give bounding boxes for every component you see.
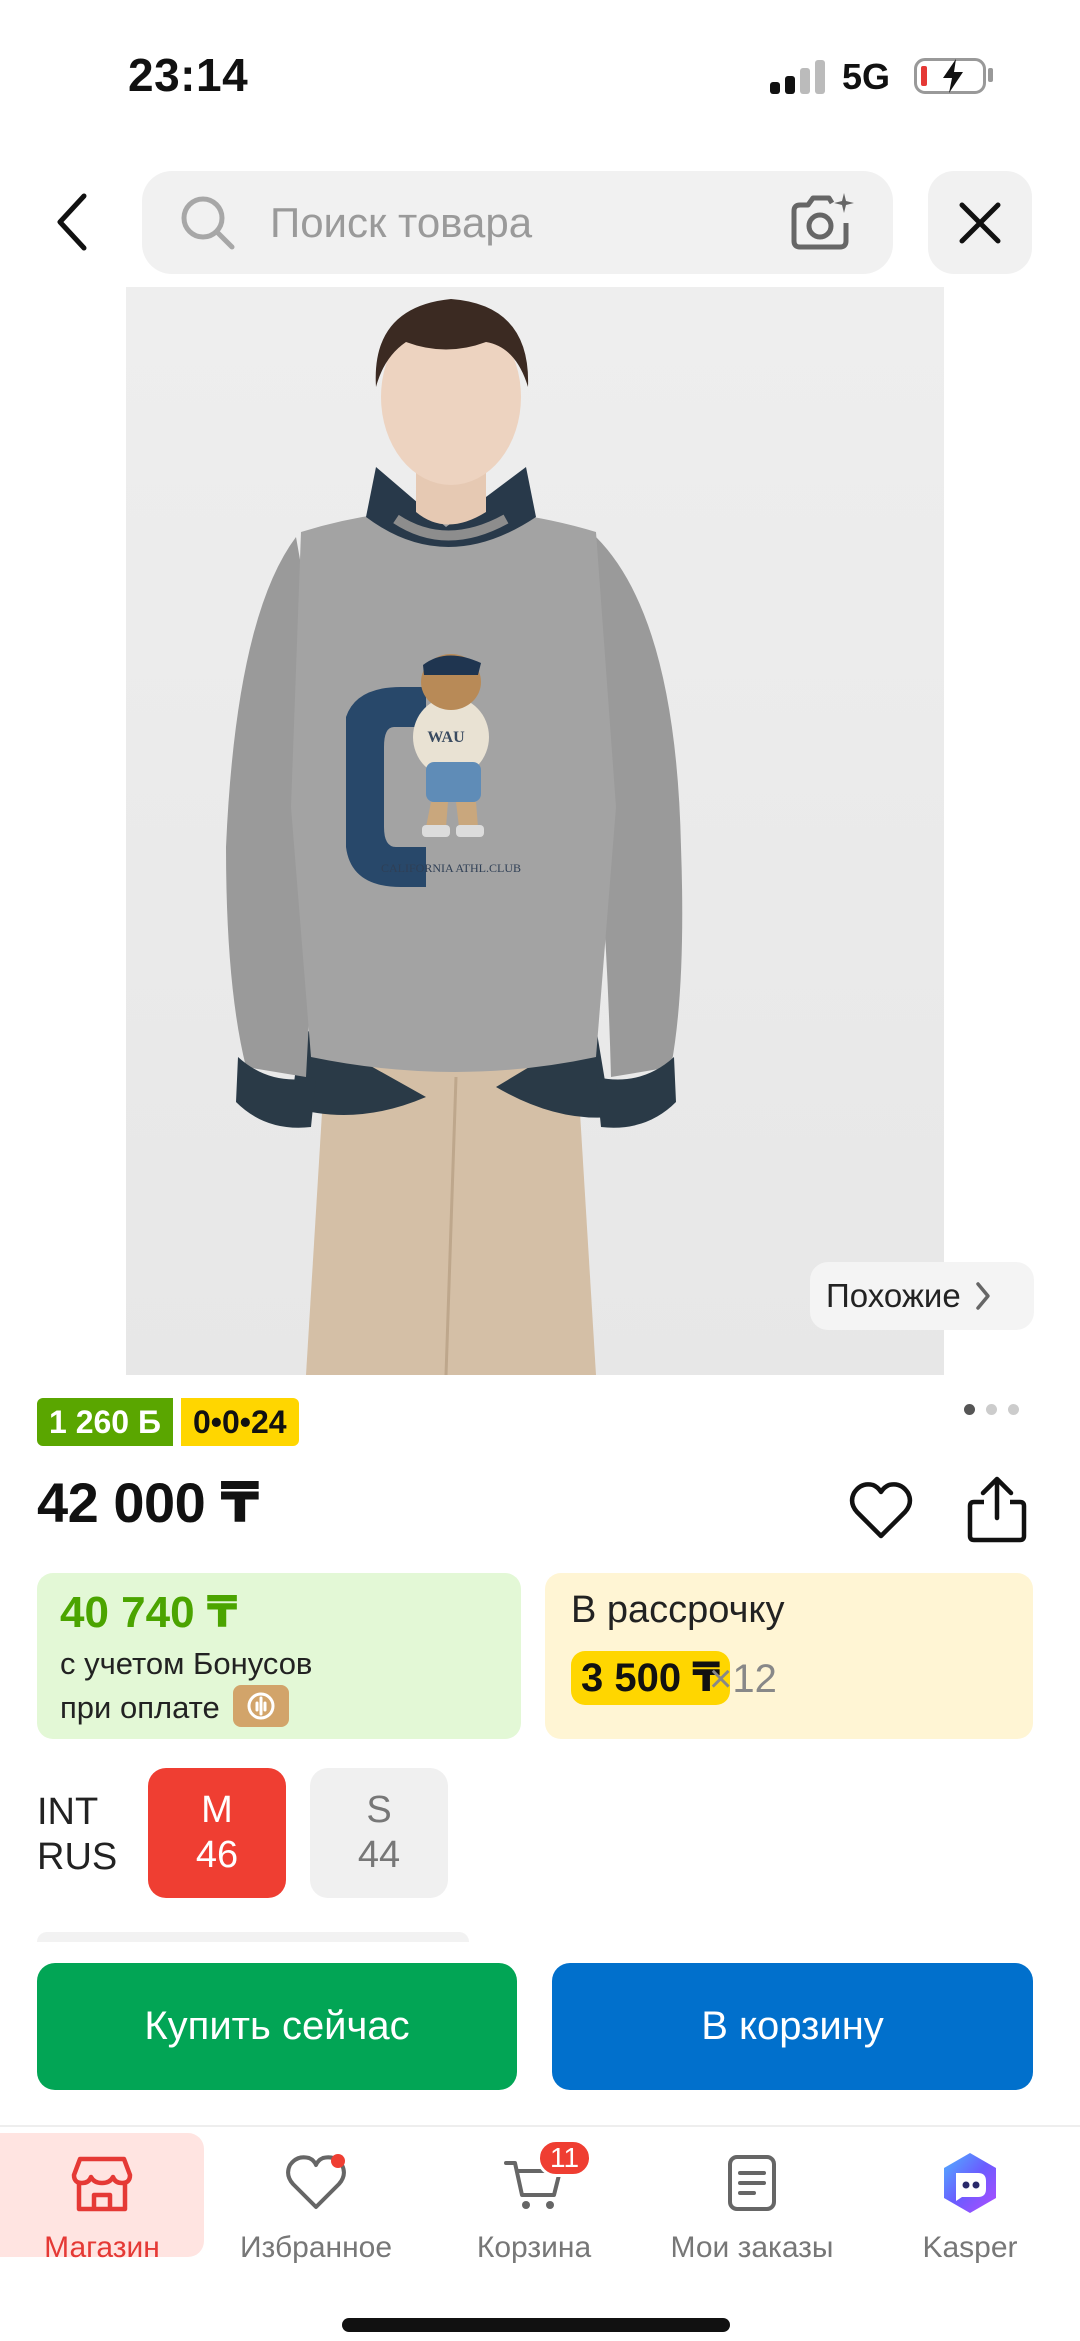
search-input[interactable] — [270, 171, 770, 274]
product-image[interactable]: WAU CALIFORNIA ATHL.CLUB — [126, 287, 944, 1375]
print-caption: CALIFORNIA ATHL.CLUB — [381, 861, 521, 875]
pager-dot-active — [964, 1404, 975, 1415]
pager-dot — [1008, 1404, 1019, 1415]
size-system-labels: INT RUS — [37, 1790, 117, 1880]
bonus-price-card[interactable]: 40 740 ₸ с учетом Бонусов при оплате — [37, 1573, 521, 1739]
tab-label: Kasper — [922, 2231, 1018, 2264]
chevron-left-icon — [57, 193, 87, 251]
size-system-rus: RUS — [37, 1836, 118, 1878]
close-icon — [959, 202, 1001, 243]
image-pager — [964, 1404, 1024, 1418]
orders-icon — [728, 2155, 776, 2211]
tab-cart[interactable]: 11 Корзина — [440, 2133, 628, 2264]
tab-orders[interactable]: Мои заказы — [648, 2133, 856, 2264]
bonus-badge: 1 260 Б — [37, 1398, 173, 1446]
size-rus-label: 44 — [357, 1834, 401, 1876]
tab-label: Корзина — [476, 2231, 592, 2264]
close-button[interactable] — [928, 171, 1032, 274]
section-divider — [37, 1932, 469, 1942]
installment-title: В рассрочку — [571, 1589, 785, 1631]
bottom-tab-bar: Магазин Избранное 11 Корзина Мои заказы … — [0, 2125, 1080, 2341]
network-label: 5G — [842, 56, 891, 97]
installment-card[interactable]: В рассрочку 3 500 ₸ ×12 — [545, 1573, 1033, 1739]
pager-dot — [986, 1404, 997, 1415]
payment-logo-icon — [233, 1685, 289, 1727]
size-option-m[interactable]: M 46 — [148, 1768, 286, 1898]
size-int-label: M — [201, 1789, 233, 1831]
back-button[interactable] — [40, 180, 104, 264]
battery-icon — [914, 58, 986, 94]
tab-label: Магазин — [44, 2231, 160, 2264]
buy-now-button[interactable]: Купить сейчас — [37, 1963, 517, 2090]
chevron-right-icon — [975, 1282, 990, 1310]
tab-kasper[interactable]: Kasper — [880, 2133, 1060, 2264]
similar-button[interactable]: Похожие — [810, 1262, 1034, 1330]
status-bar: 23:14 5G — [0, 0, 1080, 150]
status-time: 23:14 — [128, 49, 249, 101]
heart-icon[interactable] — [848, 1478, 914, 1544]
search-bar[interactable] — [142, 171, 893, 274]
search-icon — [181, 196, 235, 250]
cart-count-badge: 11 — [537, 2139, 593, 2177]
add-to-cart-button[interactable]: В корзину — [552, 1963, 1033, 2090]
product-price: 42 000 ₸ — [37, 1471, 259, 1534]
tab-label: Избранное — [239, 2231, 393, 2264]
size-rus-label: 46 — [195, 1834, 239, 1876]
size-option-s[interactable]: S 44 — [310, 1768, 448, 1898]
size-system-int: INT — [37, 1791, 99, 1833]
print-text: WAU — [427, 729, 465, 746]
product-photo: WAU CALIFORNIA ATHL.CLUB — [226, 299, 683, 1375]
heart-icon — [286, 2154, 346, 2209]
installment-times: ×12 — [709, 1657, 777, 1701]
size-int-label: S — [366, 1789, 392, 1831]
installment-amount: 3 500 ₸ — [571, 1651, 731, 1705]
tab-shop[interactable]: Магазин — [0, 2133, 204, 2264]
share-icon[interactable] — [964, 1474, 1030, 1544]
tab-favorites[interactable]: Избранное — [224, 2133, 408, 2264]
store-icon — [71, 2156, 133, 2212]
home-indicator[interactable] — [342, 2318, 730, 2332]
bonus-line1: с учетом Бонусов — [60, 1646, 313, 1681]
installment-badge: 0•0•24 — [181, 1398, 299, 1446]
similar-label: Похожие — [826, 1277, 961, 1314]
bonus-line2: при оплате — [60, 1690, 220, 1725]
bonus-price: 40 740 ₸ — [60, 1588, 238, 1637]
signal-icon — [770, 60, 826, 94]
kasper-assistant-icon — [944, 2153, 996, 2213]
tab-label: Мои заказы — [670, 2231, 834, 2264]
camera-search-icon[interactable] — [788, 191, 854, 255]
battery-cap — [988, 68, 993, 82]
